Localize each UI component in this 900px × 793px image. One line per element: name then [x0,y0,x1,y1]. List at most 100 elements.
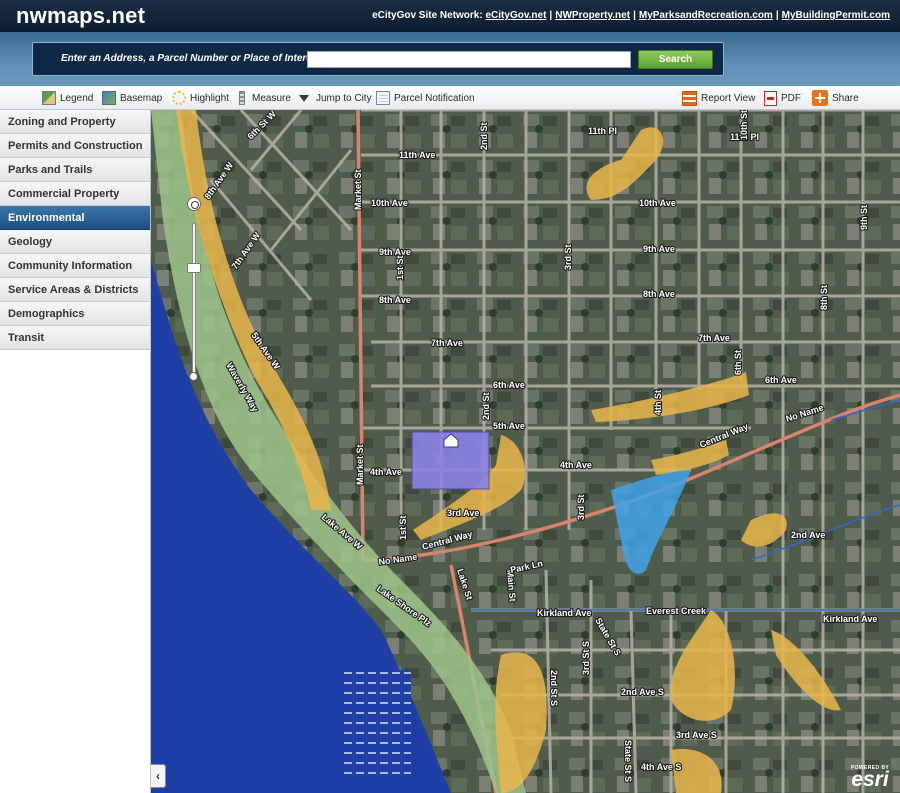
pdf-icon [764,90,777,106]
map-label-4th-ave: 4th Ave [370,467,402,477]
link-ecitygov[interactable]: eCityGov.net [485,10,546,21]
share-button[interactable]: Share [812,90,859,106]
site-network-links: eCityGov Site Network: eCityGov.net | NWPr… [372,10,890,21]
map-toolbar: Legend Basemap Highlight Measure Jump to… [0,86,900,110]
sidebar-item-service-areas-districts[interactable]: Service Areas & Districts [0,278,150,302]
legend-label: Legend [60,92,94,104]
link-myparksandrecreation[interactable]: MyParksandRecreation.com [639,10,773,21]
report-view-button[interactable]: Report View [682,90,755,106]
share-plus-icon [812,90,828,106]
map-label-4th-ave-east: 4th Ave [560,460,592,470]
sidebar-item-community-information[interactable]: Community Information [0,254,150,278]
highlight-icon [172,91,186,105]
sidebar-item-transit[interactable]: Transit [0,326,150,350]
map-label-11th-ave: 11th Ave [399,150,435,160]
map-label-6th-st: 6th St [733,350,743,375]
map-label-7th-ave-east: 7th Ave [698,333,730,343]
map-label-2nd-ave-s: 2nd Ave S [621,687,664,697]
map-label-9th-ave-east: 9th Ave [643,244,675,254]
site-logo[interactable]: nwmaps.net [16,3,145,29]
aerial-basemap: 6th St W 8th Ave W 7th Ave W 5th Ave W W… [151,110,900,793]
map-label-8th-ave-east: 8th Ave [643,289,675,299]
map-label-3rd-ave-s: 3rd Ave S [676,730,717,740]
map-label-1st-st-south: 1st St [398,515,408,540]
measure-tool[interactable]: Measure [236,90,291,106]
pan-control-icon[interactable] [187,197,201,211]
map-label-3rd-st-s: 3rd St S [581,641,591,675]
sidebar-item-zoning-and-property[interactable]: Zoning and Property [0,110,150,134]
report-icon [682,90,697,106]
map-label-3rd-st-south: 3rd St [576,494,586,520]
network-label: eCityGov Site Network: [372,10,483,21]
sidebar-item-parks-and-trails[interactable]: Parks and Trails [0,158,150,182]
top-header: nwmaps.net eCityGov Site Network: eCityG… [0,0,900,32]
sidebar-item-permits-and-construction[interactable]: Permits and Construction [0,134,150,158]
zoom-slider-handle[interactable] [187,262,201,273]
map-label-2nd-st: 2nd St [479,122,489,150]
sidebar-item-geology[interactable]: Geology [0,230,150,254]
map-label-market-st: Market St [353,169,363,210]
basemap-label: Basemap [120,92,163,104]
map-label-kirkland-ave-east: Kirkland Ave [823,614,877,624]
map-canvas[interactable]: 6th St W 8th Ave W 7th Ave W 5th Ave W W… [151,110,900,793]
pdf-label: PDF [781,92,801,104]
map-label-everest-creek: Everest Creek [646,606,707,616]
link-mybuildingpermit[interactable]: MyBuildingPermit.com [782,10,890,21]
link-separator: | [633,10,636,21]
share-label: Share [832,92,859,104]
esri-logo: POWERED BY esri [846,765,894,791]
map-label-10th-ave: 10th Ave [371,198,408,208]
search-button[interactable]: Search [638,50,713,69]
map-label-1st-st: 1st St [395,255,405,280]
legend-icon [42,91,56,105]
map-label-6th-ave: 6th Ave [493,380,525,390]
map-label-10th-st: 10th St [739,110,749,140]
sidebar-item-environmental[interactable]: Environmental [0,206,150,230]
map-label-state-st-s-south: State St S [623,740,633,782]
highlight-label: Highlight [190,92,229,104]
map-label-2nd-st-s: 2nd St S [549,670,559,706]
search-input[interactable] [307,51,631,68]
map-label-6th-ave-east: 6th Ave [765,375,797,385]
map-label-8th-st: 8th St [819,285,829,310]
map-label-2nd-ave: 2nd Ave [791,530,825,540]
parcel-notification-tool[interactable]: Parcel Notification [376,90,475,106]
zoom-out-end-icon[interactable] [189,372,198,381]
map-label-7th-ave: 7th Ave [431,338,463,348]
map-label-3rd-ave: 3rd Ave [447,508,479,518]
map-label-3rd-st: 3rd St [563,244,573,270]
map-label-11th-pl: 11th Pl [588,126,617,136]
parcel-notification-label: Parcel Notification [394,92,475,104]
measure-label: Measure [252,92,291,104]
jump-to-city-dropdown[interactable]: Jump to City [296,90,372,106]
sidebar-item-commercial-property[interactable]: Commercial Property [0,182,150,206]
zoom-slider-track[interactable] [192,223,196,375]
esri-wordmark: esri [851,768,889,791]
search-label: Enter an Address, a Parcel Number or Pla… [61,53,327,64]
map-label-10th-ave-east: 10th Ave [639,198,676,208]
sidebar-item-demographics[interactable]: Demographics [0,302,150,326]
ruler-icon [239,91,245,105]
parcel-list-icon [376,91,390,105]
basemap-tool[interactable]: Basemap [102,90,162,106]
chevron-down-icon [299,94,309,102]
map-label-9th-st: 9th St [859,205,869,230]
highlight-tool[interactable]: Highlight [172,90,229,106]
layer-category-sidebar: Zoning and Property Permits and Construc… [0,110,151,793]
map-label-8th-ave: 8th Ave [379,295,411,305]
map-label-market-st-south: Market St [355,444,365,485]
collapse-sidebar-button[interactable]: ‹ [151,764,166,788]
report-view-label: Report View [701,92,756,104]
map-label-2nd-st-mid: 2nd St [481,392,491,420]
legend-tool[interactable]: Legend [42,90,93,106]
marina-docks [341,670,411,780]
basemap-icon [102,91,116,105]
pdf-button[interactable]: PDF [764,90,801,106]
map-label-5th-ave: 5th Ave [493,421,525,431]
search-panel: Enter an Address, a Parcel Number or Pla… [32,42,724,76]
jump-to-city-label: Jump to City [316,92,372,104]
search-band: Enter an Address, a Parcel Number or Pla… [0,32,900,86]
link-nwproperty[interactable]: NWProperty.net [555,10,630,21]
map-label-4th-st: 4th St [653,390,663,415]
link-separator: | [775,10,779,21]
